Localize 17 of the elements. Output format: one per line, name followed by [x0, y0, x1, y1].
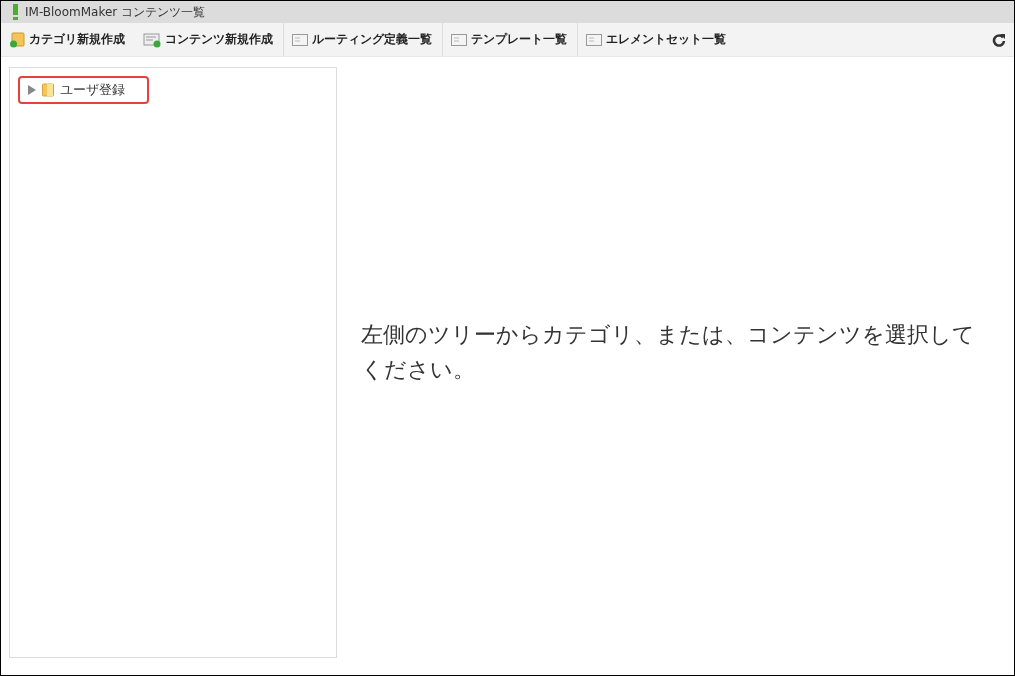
- tree-item[interactable]: ユーザ登録: [18, 76, 149, 104]
- list-button[interactable]: テンプレート一覧: [443, 23, 577, 56]
- folder-icon: [42, 83, 54, 97]
- create-button[interactable]: コンテンツ新規作成: [135, 23, 283, 56]
- app-icon: [13, 4, 19, 20]
- list-button[interactable]: エレメントセット一覧: [578, 23, 736, 56]
- refresh-icon: [992, 32, 1006, 47]
- instruction-message: 左側のツリーからカテゴリ、または、コンテンツを選択してください。: [361, 321, 976, 384]
- document-add-icon: [143, 31, 161, 48]
- folder-add-icon: [9, 31, 25, 48]
- list-icon: [586, 32, 602, 47]
- list-icon: [292, 32, 308, 47]
- list-icon: [451, 32, 467, 47]
- list-button[interactable]: ルーティング定義一覧: [284, 23, 442, 56]
- create-button[interactable]: カテゴリ新規作成: [1, 23, 135, 56]
- tree-item-label: ユーザ登録: [60, 81, 125, 99]
- window-title: IM-BloomMaker コンテンツ一覧: [25, 3, 206, 21]
